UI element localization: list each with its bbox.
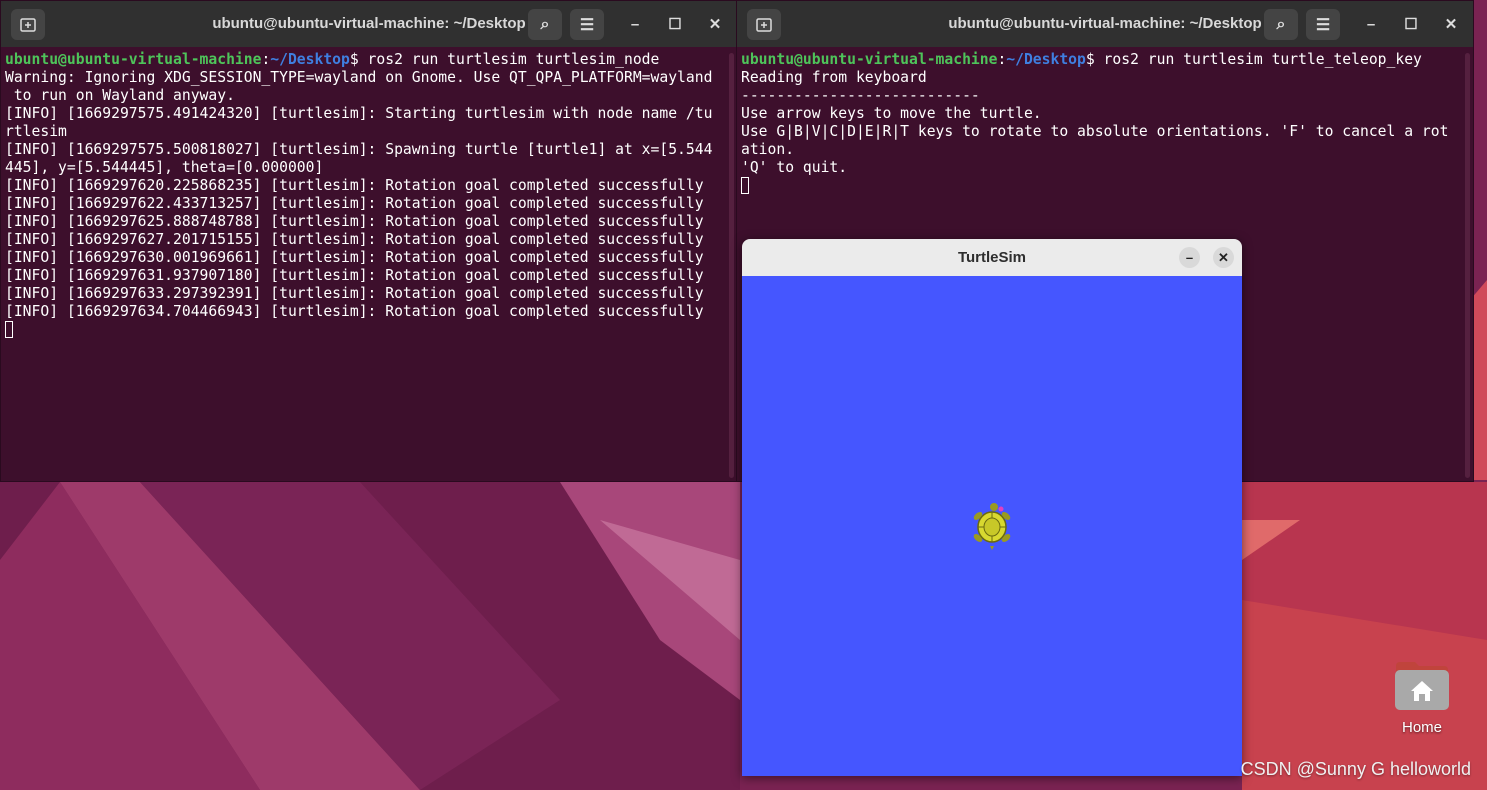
close-icon[interactable]: ✕ (1213, 247, 1234, 268)
output-line: Warning: Ignoring XDG_SESSION_TYPE=wayla… (5, 69, 713, 86)
output-line: [INFO] [1669297630.001969661] [turtlesim… (5, 249, 704, 266)
prompt-separator: : (261, 51, 271, 68)
text-cursor (741, 177, 749, 194)
close-icon[interactable]: ✕ (704, 13, 726, 35)
terminal-window-left[interactable]: ubuntu@ubuntu-virtual-machine: ~/Desktop… (0, 0, 738, 482)
prompt-dollar: $ (1085, 51, 1095, 68)
terminal-output[interactable]: ubuntu@ubuntu-virtual-machine:~/Desktop$… (737, 47, 1473, 196)
output-line: ation. (741, 141, 795, 158)
turtlesim-window[interactable]: TurtleSim – ✕ (742, 239, 1242, 776)
prompt-separator: : (997, 51, 1007, 68)
output-line: to run on Wayland anyway. (5, 87, 235, 104)
prompt-line: ubuntu@ubuntu-virtual-machine:~/Desktop$… (741, 51, 1469, 69)
output-line: [INFO] [1669297627.201715155] [turtlesim… (5, 231, 704, 248)
output-line: [INFO] [1669297622.433713257] [turtlesim… (5, 195, 704, 212)
prompt-path: ~/Desktop (1006, 51, 1086, 68)
output-line: 'Q' to quit. (741, 159, 848, 176)
scrollbar[interactable] (729, 53, 734, 478)
minimize-icon[interactable]: – (1360, 13, 1382, 35)
scrollbar[interactable] (1465, 53, 1470, 478)
output-line: [INFO] [1669297634.704466943] [turtlesim… (5, 303, 704, 320)
terminal-titlebar[interactable]: ubuntu@ubuntu-virtual-machine: ~/Desktop… (737, 1, 1473, 47)
output-line: --------------------------- (741, 87, 980, 104)
close-icon[interactable]: ✕ (1440, 13, 1462, 35)
output-line: Use G|B|V|C|D|E|R|T keys to rotate to ab… (741, 123, 1449, 140)
minimize-icon[interactable]: – (624, 13, 646, 35)
turtlesim-titlebar[interactable]: TurtleSim – ✕ (742, 239, 1242, 276)
prompt-user: ubuntu@ubuntu-virtual-machine (5, 51, 262, 68)
desktop-home-shortcut[interactable]: Home (1392, 660, 1452, 736)
maximize-icon[interactable]: ☐ (664, 13, 686, 35)
output-line: [INFO] [1669297625.888748788] [turtlesim… (5, 213, 704, 230)
turtlesim-canvas[interactable] (742, 276, 1242, 776)
search-icon[interactable]: ⌕ (1264, 9, 1298, 40)
terminal-titlebar[interactable]: ubuntu@ubuntu-virtual-machine: ~/Desktop… (1, 1, 737, 47)
prompt-path: ~/Desktop (270, 51, 350, 68)
prompt-line: ubuntu@ubuntu-virtual-machine:~/Desktop$… (5, 51, 733, 69)
home-folder-icon (1395, 662, 1449, 710)
output-line: [INFO] [1669297575.491424320] [turtlesim… (5, 105, 713, 122)
search-icon[interactable]: ⌕ (528, 9, 562, 40)
text-cursor (5, 321, 13, 338)
output-line: Reading from keyboard (741, 69, 927, 86)
home-label: Home (1401, 719, 1442, 736)
turtle-icon (973, 503, 1011, 550)
output-line: [INFO] [1669297620.225868235] [turtlesim… (5, 177, 704, 194)
hamburger-menu-icon[interactable]: ☰ (570, 9, 604, 40)
prompt-dollar: $ (349, 51, 359, 68)
prompt-command: ros2 run turtlesim turtle_teleop_key (1094, 51, 1422, 68)
terminal-output[interactable]: ubuntu@ubuntu-virtual-machine:~/Desktop$… (1, 47, 737, 340)
output-line: [INFO] [1669297631.937907180] [turtlesim… (5, 267, 704, 284)
output-line: Use arrow keys to move the turtle. (741, 105, 1042, 122)
window-title: TurtleSim (957, 249, 1027, 266)
hamburger-menu-icon[interactable]: ☰ (1306, 9, 1340, 40)
output-line: rtlesim (5, 123, 67, 140)
prompt-command: ros2 run turtlesim turtlesim_node (358, 51, 660, 68)
maximize-icon[interactable]: ☐ (1400, 13, 1422, 35)
minimize-icon[interactable]: – (1179, 247, 1200, 268)
watermark: CSDN @Sunny G helloworld (1240, 759, 1471, 779)
output-line: [INFO] [1669297633.297392391] [turtlesim… (5, 285, 704, 302)
output-line: 445], y=[5.544445], theta=[0.000000] (5, 159, 324, 176)
prompt-user: ubuntu@ubuntu-virtual-machine (741, 51, 998, 68)
output-line: [INFO] [1669297575.500818027] [turtlesim… (5, 141, 713, 158)
